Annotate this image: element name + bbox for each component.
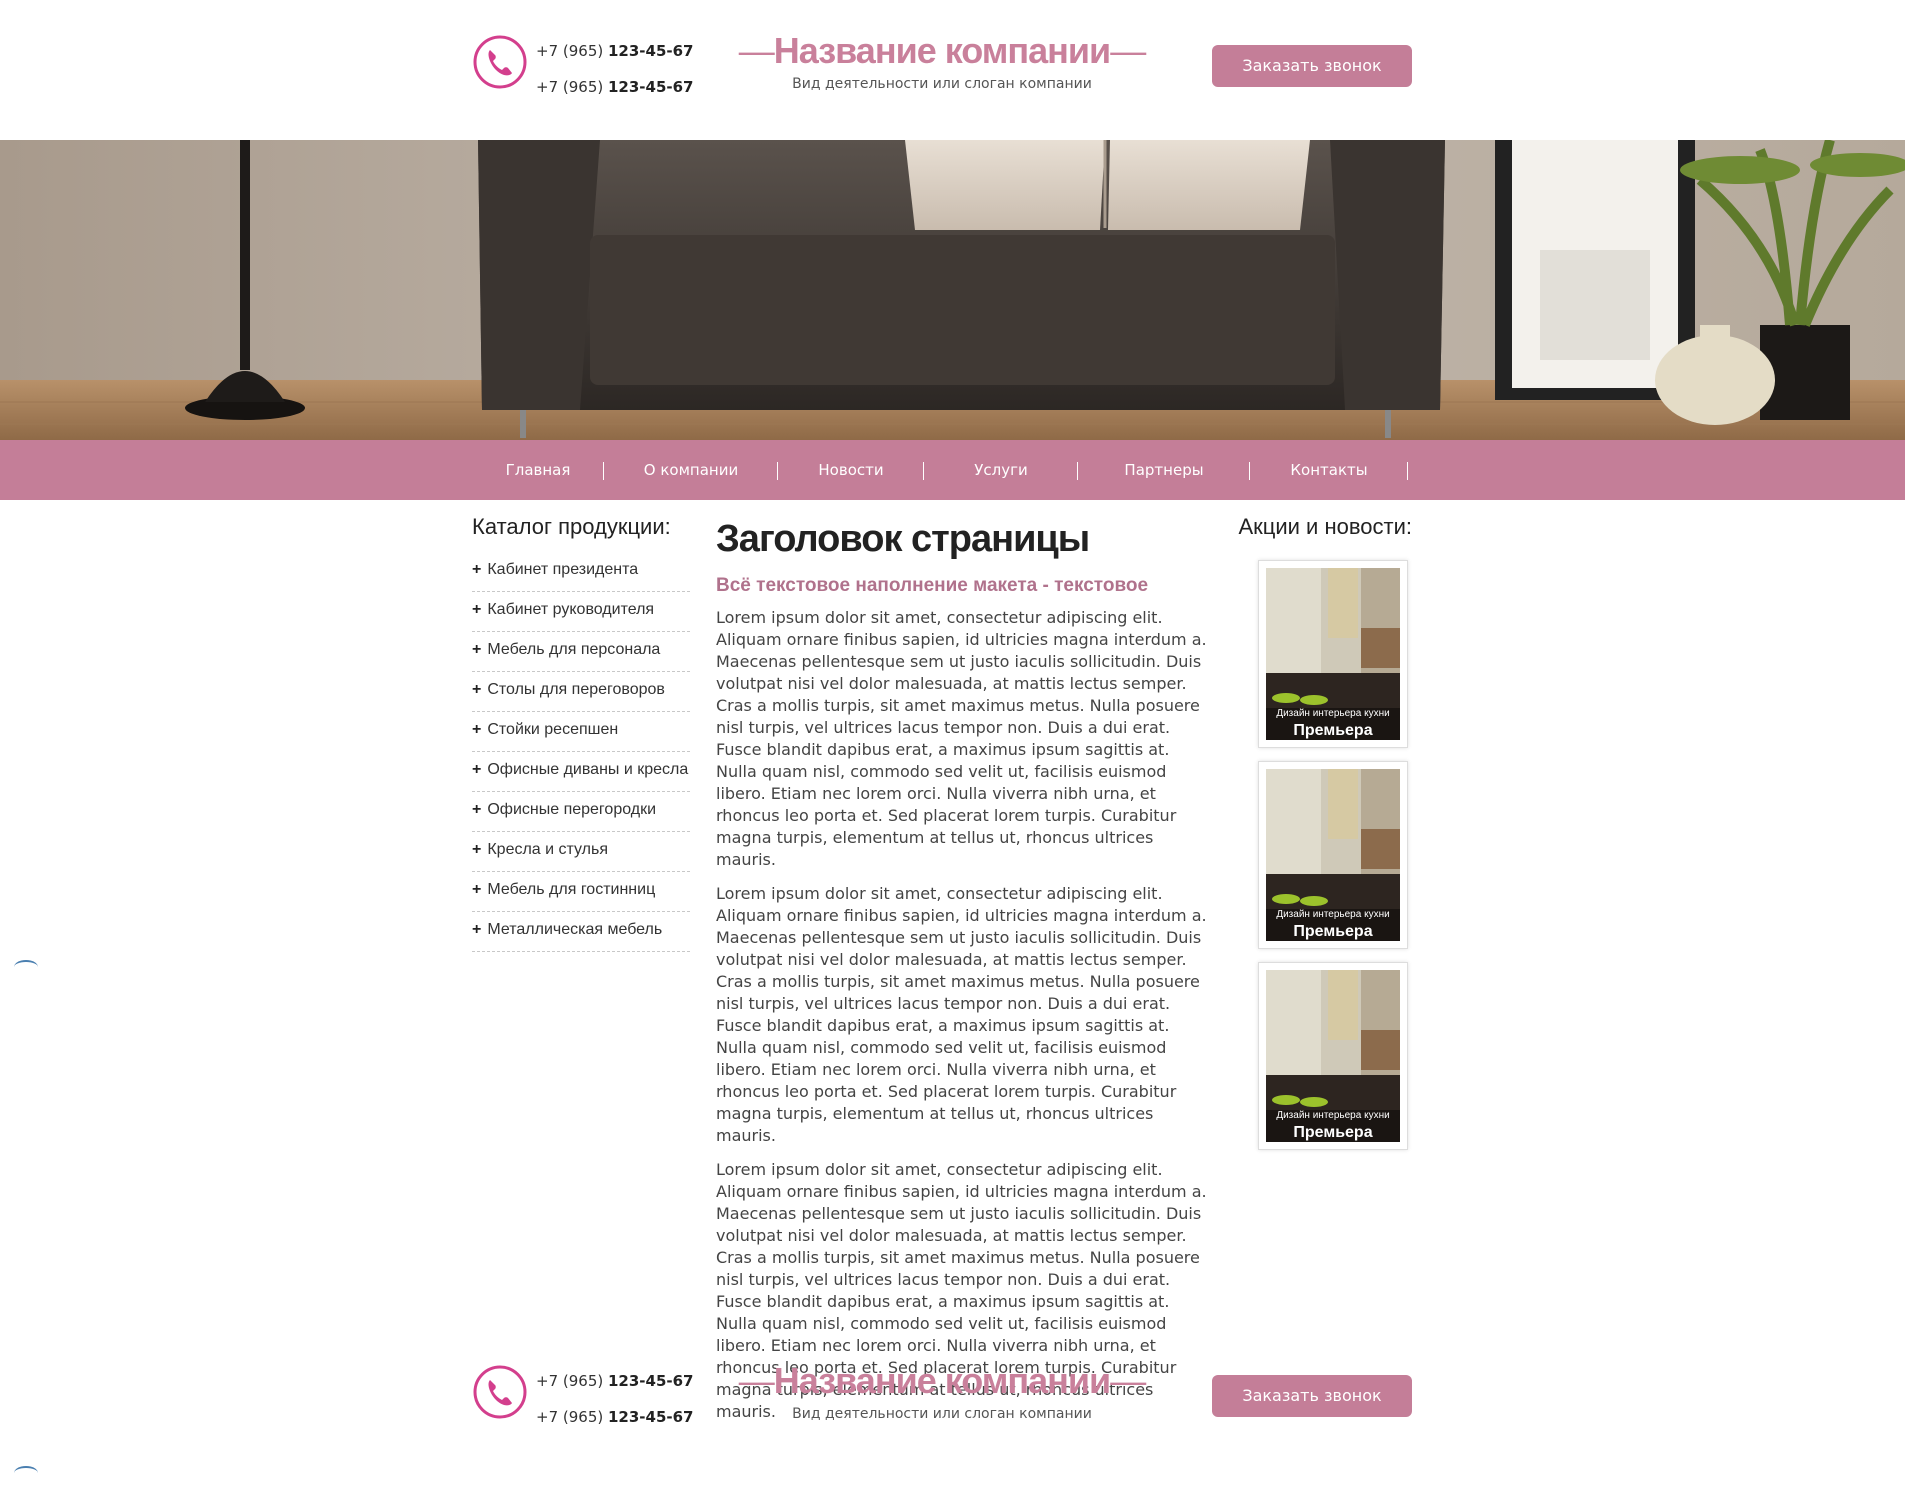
news-caption-big: Премьера — [1293, 923, 1373, 940]
catalog-sidebar: Каталог продукции: + Кабинет президента +… — [472, 514, 690, 952]
hero-banner — [0, 140, 1905, 440]
nav-items: Главная О компании Новости Услуги Партне… — [472, 440, 1412, 500]
main-navigation: Главная О компании Новости Услуги Партне… — [0, 440, 1905, 500]
news-caption-small: Дизайн интерьера кухни — [1276, 909, 1390, 920]
call-request-button[interactable]: Заказать звонок — [1212, 1375, 1412, 1417]
catalog-item[interactable]: + Мебель для гостинниц — [472, 872, 690, 912]
news-caption-big: Премьера — [1293, 1124, 1373, 1141]
news-caption-small: Дизайн интерьера кухни — [1276, 708, 1390, 719]
catalog-item[interactable]: + Стойки ресепшен — [472, 712, 690, 752]
call-request-button[interactable]: Заказать звонок — [1212, 45, 1412, 87]
catalog-item[interactable]: + Кабинет руководителя — [472, 592, 690, 632]
news-title: Акции и новости: — [1238, 514, 1412, 539]
floating-widget-icon[interactable] — [14, 1466, 38, 1480]
body-paragraph: Lorem ipsum dolor sit amet, consectetur … — [716, 608, 1207, 869]
site-footer: +7 (965) 123-45-67 +7 (965) 123-45-67 —Н… — [472, 1360, 1412, 1450]
nav-item-partners[interactable]: Партнеры — [1078, 440, 1250, 500]
body-paragraph: Lorem ipsum dolor sit amet, consectetur … — [716, 884, 1207, 1145]
floating-widget-icon[interactable] — [14, 960, 38, 974]
news-card[interactable]: Дизайн интерьера кухни Премьера — [1258, 560, 1408, 748]
news-sidebar: Акции и новости: Дизайн интерьера кухни … — [1238, 514, 1412, 1163]
nav-item-contacts[interactable]: Контакты — [1250, 440, 1408, 500]
catalog-item[interactable]: + Металлическая мебель — [472, 912, 690, 952]
catalog-item[interactable]: + Столы для переговоров — [472, 672, 690, 712]
catalog-item[interactable]: + Офисные диваны и кресла — [472, 752, 690, 792]
nav-item-news[interactable]: Новости — [778, 440, 924, 500]
catalog-item[interactable]: + Мебель для персонала — [472, 632, 690, 672]
page-subtitle: Всё текстовое наполнение макета - тексто… — [716, 575, 1149, 596]
main-content: Заголовок страницы Всё текстовое наполне… — [716, 518, 1212, 1435]
site-header: +7 (965) 123-45-67 +7 (965) 123-45-67 —Н… — [472, 30, 1412, 120]
nav-item-home[interactable]: Главная — [472, 440, 604, 500]
nav-item-services[interactable]: Услуги — [924, 440, 1078, 500]
catalog-title: Каталог продукции: — [472, 514, 671, 539]
news-card[interactable]: Дизайн интерьера кухни Премьера — [1258, 962, 1408, 1150]
news-caption-small: Дизайн интерьера кухни — [1276, 1110, 1390, 1121]
catalog-item[interactable]: + Кресла и стулья — [472, 832, 690, 872]
news-card[interactable]: Дизайн интерьера кухни Премьера — [1258, 761, 1408, 949]
sofa-interior-photo — [0, 140, 1905, 440]
news-caption-big: Премьера — [1293, 722, 1373, 739]
nav-item-about[interactable]: О компании — [604, 440, 778, 500]
catalog-item[interactable]: + Офисные перегородки — [472, 792, 690, 832]
page-title: Заголовок страницы — [716, 518, 1090, 560]
catalog-item[interactable]: + Кабинет президента — [472, 552, 690, 592]
